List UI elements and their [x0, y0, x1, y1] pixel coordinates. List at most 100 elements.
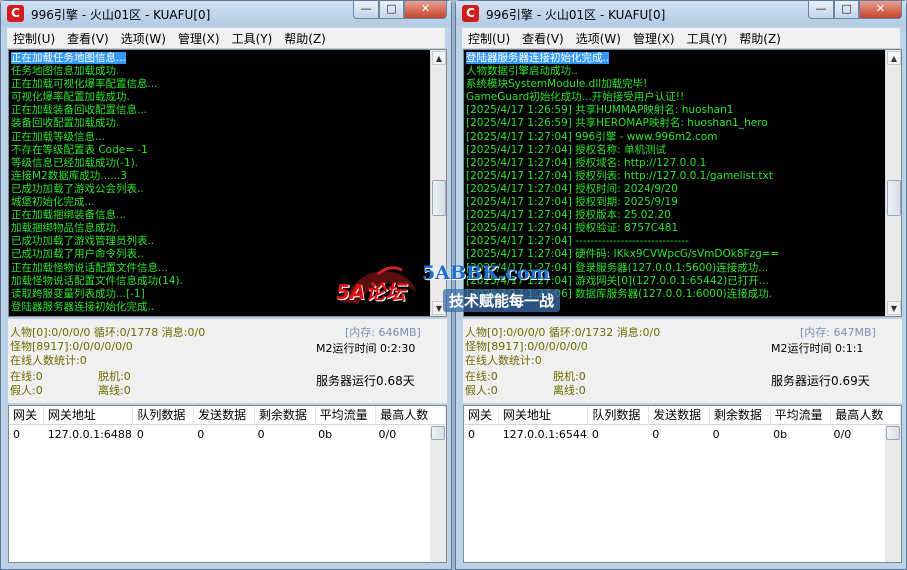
log-line[interactable]: [2025/4/17 1:27:04] 硬件码: IKkx9CVWpcG/sVm… — [466, 248, 884, 261]
menu-view[interactable]: 查看(V) — [516, 30, 570, 47]
log-line[interactable]: 等级信息已经加载成功(-1). — [11, 157, 429, 170]
log-line[interactable]: 正在加载等级信息... — [11, 131, 429, 144]
col-avg-traffic[interactable]: 平均流量 — [316, 406, 377, 425]
log-line-text: 登陆器服务器连接初始化完成.. — [466, 52, 610, 64]
server-runtime: 服务器运行0.68天 — [316, 374, 415, 388]
online-stats: 在线人数统计:0 — [465, 354, 542, 367]
table-row[interactable]: 0 127.0.0.1:65442 0 0 0 0b 0/0 — [464, 426, 884, 443]
menu-help[interactable]: 帮助(Z) — [278, 30, 332, 47]
log-line[interactable]: [2025/4/17 1:27:04] --------------------… — [466, 235, 884, 248]
log-line[interactable]: [2025/4/17 1:27:04] 996引擎 - www.996m2.co… — [466, 131, 884, 144]
col-queue-data[interactable]: 队列数据 — [588, 406, 650, 425]
online-stats: 在线人数统计:0 — [10, 354, 87, 367]
log-panel[interactable]: 登陆器服务器连接初始化完成.. 人物数据引擎启动成功.. 系统模块SystemMod… — [463, 49, 902, 317]
col-remaining-data[interactable]: 剩余数据 — [710, 406, 771, 425]
log-line[interactable]: 正在加载可视化爆率配置信息... — [11, 78, 429, 91]
log-line[interactable]: 任务地图信息加载成功. — [11, 65, 429, 78]
menu-options[interactable]: 选项(W) — [115, 30, 172, 47]
menu-help[interactable]: 帮助(Z) — [733, 30, 787, 47]
table-scroll-thumb[interactable] — [886, 426, 900, 440]
log-line[interactable]: 装备回收配置加载成功. — [11, 117, 429, 130]
col-remaining-data[interactable]: 剩余数据 — [255, 406, 316, 425]
scroll-up-icon[interactable]: ▲ — [887, 51, 901, 65]
menu-tools[interactable]: 工具(Y) — [226, 30, 279, 47]
log-line[interactable]: 已成功加载了用户命令列表.. — [11, 248, 429, 261]
scroll-up-icon[interactable]: ▲ — [432, 51, 446, 65]
log-line[interactable]: [2025/4/17 1:27:04] 授权版本: 25.02.20 — [466, 209, 884, 222]
log-line[interactable]: 已成功加载了游戏管理员列表.. — [11, 235, 429, 248]
col-send-data[interactable]: 发送数据 — [194, 406, 255, 425]
minimize-button[interactable]: — — [353, 1, 379, 19]
menu-manage[interactable]: 管理(X) — [627, 30, 681, 47]
menu-options[interactable]: 选项(W) — [570, 30, 627, 47]
log-line[interactable]: 人物数据引擎启动成功.. — [466, 65, 884, 78]
log-line[interactable]: [2025/4/17 1:27:04] 登录服务器(127.0.0.1:5600… — [466, 262, 884, 275]
log-line[interactable]: GameGuard初始化成功...开始接受用户认证!! — [466, 91, 884, 104]
log-line[interactable]: [2025/4/17 1:27:04] 授权名称: 单机测试 — [466, 144, 884, 157]
log-line[interactable]: [2025/4/17 1:26:59] 共享HUMMAP映射名: huoshan… — [466, 104, 884, 117]
log-line-text: 正在加载捆绑装备信息... — [11, 209, 127, 222]
log-line[interactable]: [2025/4/17 1:27:04] 游戏网关[0](127.0.0.1:65… — [466, 275, 884, 288]
col-queue-data[interactable]: 队列数据 — [133, 406, 195, 425]
scroll-down-icon[interactable]: ▼ — [432, 301, 446, 315]
maximize-button[interactable]: □ — [379, 1, 404, 19]
app-icon[interactable]: C — [462, 5, 479, 22]
cell-gateway: 0 — [468, 428, 475, 441]
log-line[interactable]: 加载怪物说话配置文件信息成功(14). — [11, 275, 429, 288]
table-scrollbar[interactable] — [885, 425, 901, 562]
col-avg-traffic[interactable]: 平均流量 — [771, 406, 832, 425]
log-line[interactable]: 系统模块SystemModule.dll加载完毕! — [466, 78, 884, 91]
log-line[interactable]: [2025/4/17 1:26:59] 共享HEROMAP映射名: huosha… — [466, 117, 884, 130]
log-line[interactable]: 已成功加载了游戏公会列表.. — [11, 183, 429, 196]
table-row[interactable]: 0 127.0.0.1:64883 0 0 0 0b 0/0 — [9, 426, 429, 443]
log-line[interactable]: 连接M2数据库成功......3 — [11, 170, 429, 183]
log-line-text: 不存在等级配置表 Code= -1 — [11, 143, 148, 156]
scroll-down-icon[interactable]: ▼ — [887, 301, 901, 315]
table-scrollbar[interactable] — [430, 425, 446, 562]
maximize-button[interactable]: □ — [834, 1, 859, 19]
log-panel[interactable]: 正在加载任务地图信息... 任务地图信息加载成功. 正在加载可视化爆率配置信息...… — [8, 49, 447, 317]
log-line-selected[interactable]: 登陆器服务器连接初始化完成.. — [466, 52, 884, 65]
col-send-data[interactable]: 发送数据 — [649, 406, 710, 425]
log-line[interactable]: 正在加载捆绑装备信息... — [11, 209, 429, 222]
log-line-selected[interactable]: 正在加载任务地图信息... — [11, 52, 429, 65]
log-scrollbar[interactable]: ▲ ▼ — [430, 50, 446, 316]
title-bar[interactable]: C 996引擎 - 火山01区 - KUAFU[0] — □ ✕ — [456, 1, 906, 26]
menu-tools[interactable]: 工具(Y) — [681, 30, 734, 47]
log-line[interactable]: 城堡初始化完成... — [11, 196, 429, 209]
col-gateway-address[interactable]: 网关地址 — [499, 406, 589, 425]
menu-manage[interactable]: 管理(X) — [172, 30, 226, 47]
log-line[interactable]: 正在加载怪物说话配置文件信息... — [11, 262, 429, 275]
col-max-users[interactable]: 最高人数 — [831, 406, 901, 425]
app-icon[interactable]: C — [7, 5, 24, 22]
log-line[interactable]: [2025/4/17 1:27:04] 授权验证: 8757C481 — [466, 222, 884, 235]
log-scrollbar[interactable]: ▲ ▼ — [885, 50, 901, 316]
log-line[interactable]: [2025/4/17 1:27:04] 授权到期: 2025/9/19 — [466, 196, 884, 209]
menu-control[interactable]: 控制(U) — [462, 30, 516, 47]
scroll-thumb[interactable] — [432, 180, 446, 216]
menu-view[interactable]: 查看(V) — [61, 30, 115, 47]
log-line[interactable]: 读取跨服变量列表成功...[-1] — [11, 288, 429, 301]
close-button[interactable]: ✕ — [404, 1, 447, 19]
minimize-button[interactable]: — — [808, 1, 834, 19]
log-line[interactable]: [2025/4/17 1:27:04] 授权列表: http://127.0.0… — [466, 170, 884, 183]
close-button[interactable]: ✕ — [859, 1, 902, 19]
log-line[interactable]: [2025/4/17 1:27:04] 授权时间: 2024/9/20 — [466, 183, 884, 196]
title-bar[interactable]: C 996引擎 - 火山01区 - KUAFU[0] — □ ✕ — [1, 1, 451, 26]
log-line[interactable]: 加载捆绑物品信息成功. — [11, 222, 429, 235]
log-line[interactable]: 不存在等级配置表 Code= -1 — [11, 144, 429, 157]
log-line[interactable]: [2025/4/17 1:27:04] 授权域名: http://127.0.0… — [466, 157, 884, 170]
scroll-thumb[interactable] — [887, 180, 901, 216]
col-gateway[interactable]: 网关 — [464, 406, 499, 425]
col-gateway-address[interactable]: 网关地址 — [44, 406, 134, 425]
menu-control[interactable]: 控制(U) — [7, 30, 61, 47]
log-line[interactable]: [2025/4/17 1:27:06] 数据库服务器(127.0.0.1:600… — [466, 288, 884, 301]
col-gateway[interactable]: 网关 — [9, 406, 44, 425]
col-max-users[interactable]: 最高人数 — [376, 406, 446, 425]
away-count: 离线:0 — [553, 384, 586, 397]
log-line[interactable]: 可视化爆率配置加载成功. — [11, 91, 429, 104]
table-scroll-thumb[interactable] — [431, 426, 445, 440]
log-line[interactable]: 登陆器服务器连接初始化完成.. — [11, 301, 429, 314]
log-line-text: 装备回收配置加载成功. — [11, 117, 120, 130]
log-line[interactable]: 正在加载装备回收配置信息... — [11, 104, 429, 117]
